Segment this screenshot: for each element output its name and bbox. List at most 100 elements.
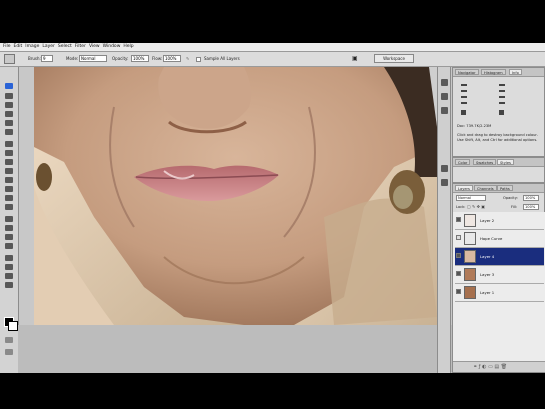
- workspace-label: Workspace: [383, 56, 405, 61]
- menu-window[interactable]: Window: [103, 43, 121, 51]
- blend-mode-select[interactable]: Normal: [456, 195, 486, 201]
- gradient-tool-icon[interactable]: [5, 186, 13, 192]
- layer-row[interactable]: Layer 4: [455, 248, 544, 266]
- sample-all-layers-label: Sample All Layers: [204, 56, 240, 61]
- lock-icons[interactable]: ▢ ✎ ✥ ▣: [467, 204, 485, 209]
- flow-label: Flow:: [152, 56, 163, 61]
- background-color-swatch[interactable]: [8, 321, 18, 331]
- tool-presets-icon[interactable]: [441, 93, 448, 100]
- brush-size-value: 9: [43, 56, 46, 61]
- tab-color[interactable]: Color: [455, 159, 471, 165]
- tool-preset-picker[interactable]: [4, 54, 15, 64]
- layer-name: Layer 2: [480, 218, 495, 223]
- layer-thumbnail: [464, 250, 476, 263]
- layers-panel: Layers Channels Paths Normal Opacity: 10…: [452, 183, 545, 373]
- menu-edit[interactable]: Edit: [14, 43, 23, 51]
- menu-select[interactable]: Select: [58, 43, 72, 51]
- layers-opacity-label: Opacity:: [503, 196, 518, 200]
- tab-navigator[interactable]: Navigator: [455, 69, 479, 75]
- canvas-background: [18, 325, 453, 373]
- layer-name: Layer 4: [480, 254, 495, 259]
- workspace-button[interactable]: Workspace: [374, 54, 414, 63]
- hand-tool-icon[interactable]: [5, 273, 13, 279]
- layer-comps-icon[interactable]: [441, 107, 448, 114]
- move-tool-icon[interactable]: [5, 83, 13, 89]
- lasso-tool-icon[interactable]: [5, 102, 13, 108]
- airbrush-icon[interactable]: ✎: [186, 52, 189, 66]
- options-bar: Brush: 9 Mode: Normal Opacity: 100% Flow…: [0, 52, 545, 67]
- tab-paths[interactable]: Paths: [497, 185, 513, 191]
- quick-mask-icon[interactable]: [5, 337, 13, 343]
- fill-label: Fill:: [511, 205, 518, 209]
- layer-row[interactable]: Hope Curve: [455, 230, 544, 248]
- document-canvas[interactable]: [34, 67, 437, 325]
- flow-field[interactable]: 100%: [163, 55, 181, 62]
- slice-tool-icon[interactable]: [5, 129, 13, 135]
- layers-footer-icons[interactable]: ⚭ ƒ ◐ ▭ ▤ 🗑: [473, 364, 507, 370]
- brush-tool-icon[interactable]: [5, 150, 13, 156]
- layer-thumbnail: [464, 232, 476, 245]
- visibility-eye-icon[interactable]: [456, 253, 461, 258]
- layer-row[interactable]: Layer 3: [455, 266, 544, 284]
- notes-tool-icon[interactable]: [5, 255, 13, 261]
- layer-thumbnail: [464, 214, 476, 227]
- blur-tool-icon[interactable]: [5, 195, 13, 201]
- eraser-tool-icon[interactable]: [5, 177, 13, 183]
- info-readouts: [461, 84, 505, 115]
- fill-value: 100%: [525, 205, 536, 209]
- opacity-value: 100%: [133, 56, 145, 61]
- marquee-tool-icon[interactable]: [5, 93, 13, 99]
- menu-view[interactable]: View: [89, 43, 100, 51]
- menu-image[interactable]: Image: [25, 43, 39, 51]
- tab-channels[interactable]: Channels: [474, 185, 497, 191]
- brushes-panel-icon[interactable]: [441, 79, 448, 86]
- zoom-tool-icon[interactable]: [5, 282, 13, 288]
- visibility-eye-icon[interactable]: [456, 235, 461, 240]
- tab-info[interactable]: Info: [509, 69, 522, 75]
- path-selection-tool-icon[interactable]: [5, 216, 13, 222]
- layers-opacity-field[interactable]: 100%: [523, 195, 539, 201]
- eyedropper-tool-icon[interactable]: [5, 264, 13, 270]
- screen-mode-icon[interactable]: [5, 349, 13, 355]
- palette-well-icon[interactable]: ▣: [352, 52, 358, 66]
- layer-row[interactable]: Layer 1: [455, 284, 544, 302]
- type-tool-icon[interactable]: [5, 225, 13, 231]
- visibility-eye-icon[interactable]: [456, 217, 461, 222]
- tab-styles[interactable]: Styles: [497, 159, 514, 165]
- tab-layers[interactable]: Layers: [455, 185, 473, 191]
- toolbox: [0, 67, 19, 373]
- history-brush-tool-icon[interactable]: [5, 168, 13, 174]
- info-tab-row: Navigator Histogram Info: [453, 68, 544, 77]
- mode-select[interactable]: Normal: [79, 55, 107, 62]
- shape-tool-icon[interactable]: [5, 243, 13, 249]
- menu-layer[interactable]: Layer: [42, 43, 55, 51]
- panel-dock: [437, 67, 451, 373]
- pen-tool-icon[interactable]: [5, 234, 13, 240]
- sample-all-layers-checkbox[interactable]: [196, 57, 201, 62]
- opacity-field[interactable]: 100%: [131, 55, 149, 62]
- mode-label: Mode:: [66, 56, 79, 61]
- dodge-tool-icon[interactable]: [5, 204, 13, 210]
- menu-bar: File Edit Image Layer Select Filter View…: [0, 43, 545, 52]
- menu-filter[interactable]: Filter: [75, 43, 86, 51]
- layers-opacity-value: 100%: [525, 196, 536, 200]
- history-panel-icon[interactable]: [441, 165, 448, 172]
- layer-thumbnail: [464, 286, 476, 299]
- menu-file[interactable]: File: [3, 43, 11, 51]
- healing-brush-tool-icon[interactable]: [5, 141, 13, 147]
- layers-footer: ⚭ ƒ ◐ ▭ ▤ 🗑: [453, 361, 545, 372]
- magic-wand-tool-icon[interactable]: [5, 111, 13, 117]
- menu-help[interactable]: Help: [123, 43, 133, 51]
- visibility-eye-icon[interactable]: [456, 271, 461, 276]
- brush-size-picker[interactable]: 9: [41, 55, 53, 62]
- tab-histogram[interactable]: Histogram: [481, 69, 506, 75]
- fill-field[interactable]: 100%: [523, 204, 539, 210]
- layer-name: Hope Curve: [480, 236, 503, 241]
- crop-tool-icon[interactable]: [5, 120, 13, 126]
- layer-row[interactable]: Layer 2: [455, 212, 544, 230]
- tab-swatches[interactable]: Swatches: [473, 159, 497, 165]
- layer-name: Layer 3: [480, 272, 495, 277]
- clone-stamp-tool-icon[interactable]: [5, 159, 13, 165]
- visibility-eye-icon[interactable]: [456, 289, 461, 294]
- actions-panel-icon[interactable]: [441, 179, 448, 186]
